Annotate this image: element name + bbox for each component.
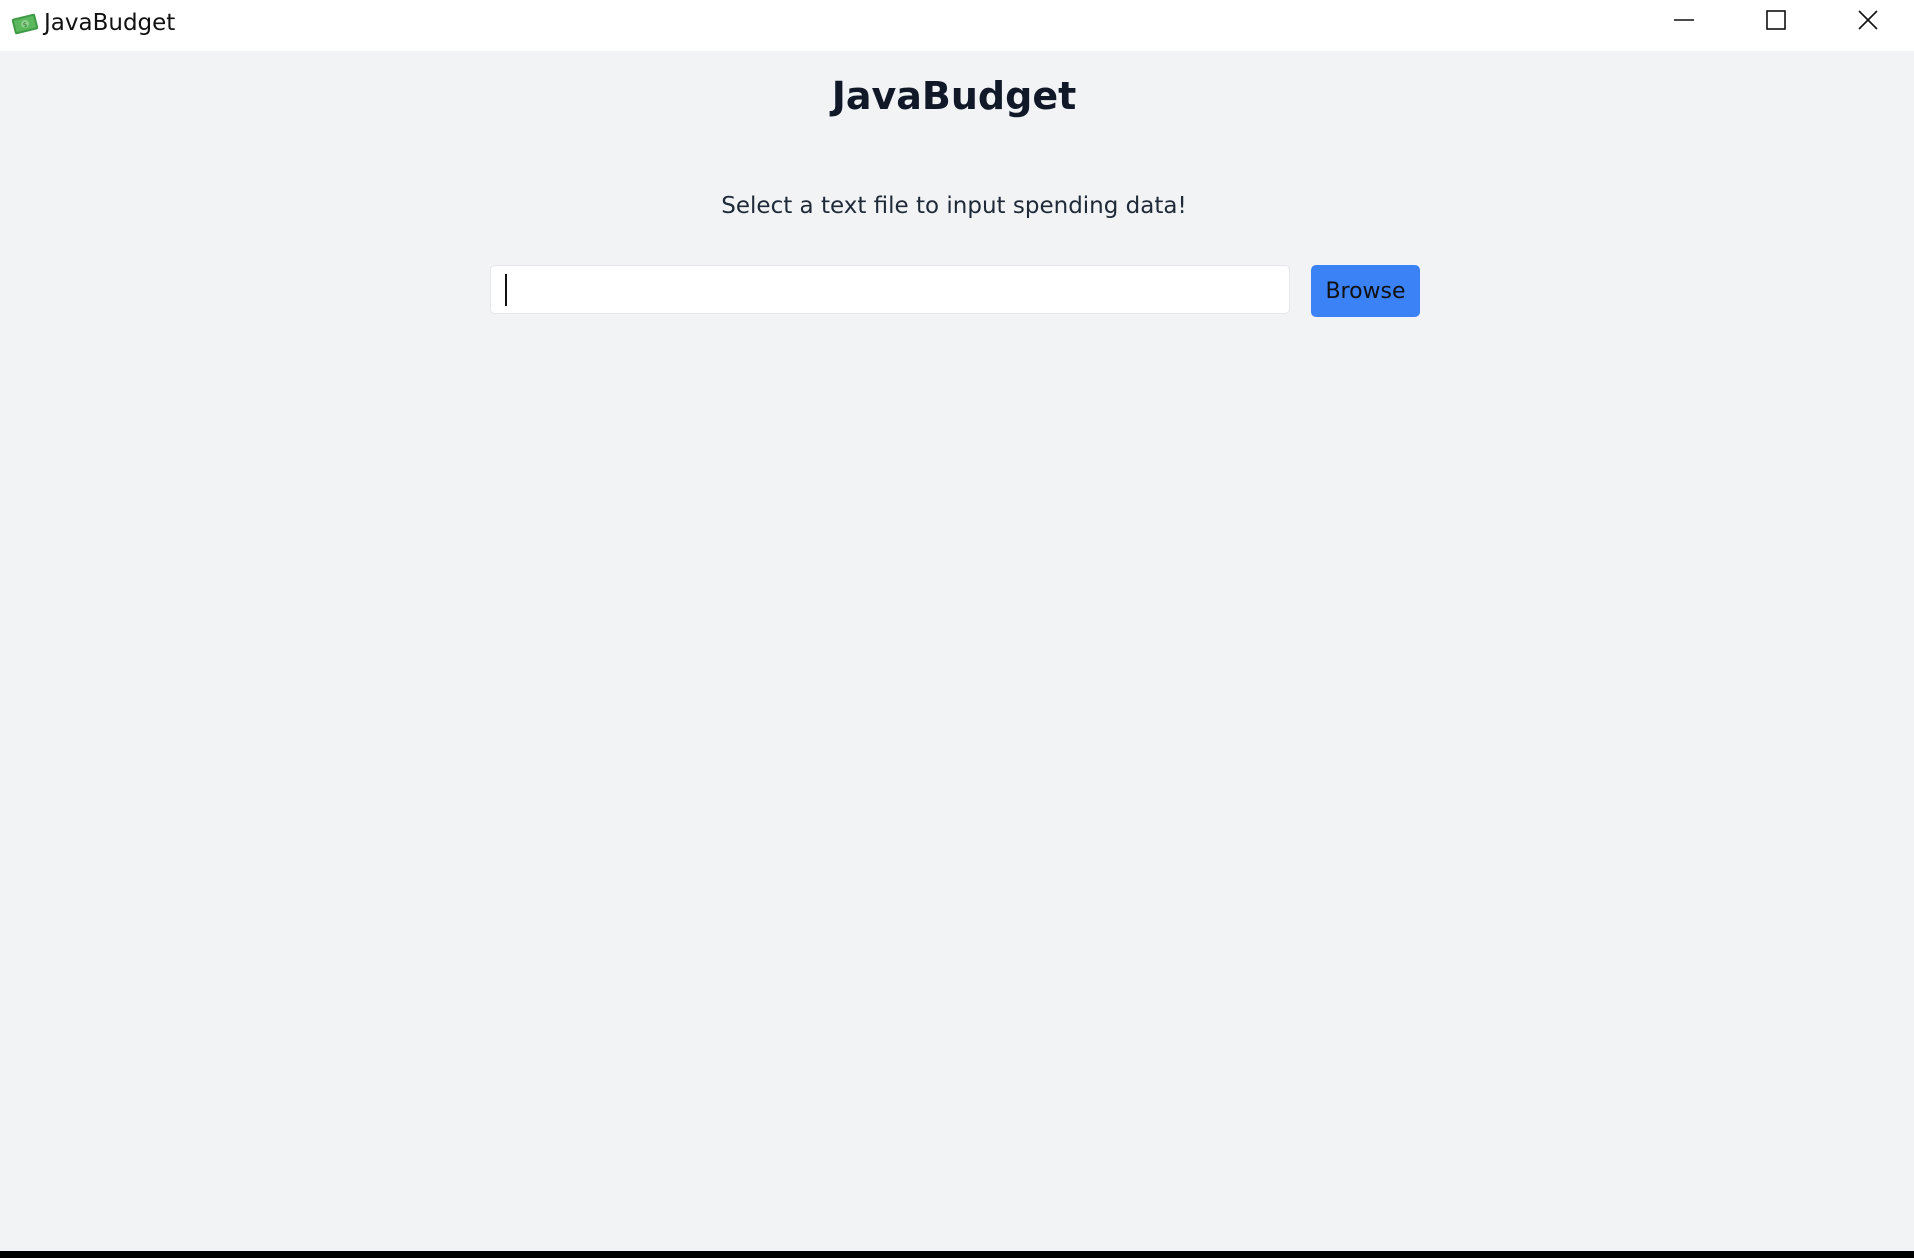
close-button[interactable] xyxy=(1822,0,1914,44)
main-content: JavaBudget Select a text file to input s… xyxy=(0,51,1914,1251)
file-path-input[interactable] xyxy=(490,265,1290,314)
app-window: $ JavaBudget JavaBudget Select a text fi… xyxy=(0,0,1914,1251)
page-title: JavaBudget xyxy=(831,74,1077,118)
minimize-icon xyxy=(1673,9,1695,35)
text-caret xyxy=(505,274,507,306)
minimize-button[interactable] xyxy=(1638,0,1730,44)
title-bar[interactable]: $ JavaBudget xyxy=(0,0,1914,51)
maximize-icon xyxy=(1765,9,1787,35)
instruction-text: Select a text file to input spending dat… xyxy=(721,193,1187,219)
maximize-button[interactable] xyxy=(1730,0,1822,44)
money-bill-icon: $ xyxy=(10,10,40,38)
window-title: JavaBudget xyxy=(44,10,176,36)
browse-button[interactable]: Browse xyxy=(1311,265,1420,317)
close-icon xyxy=(1857,9,1879,35)
